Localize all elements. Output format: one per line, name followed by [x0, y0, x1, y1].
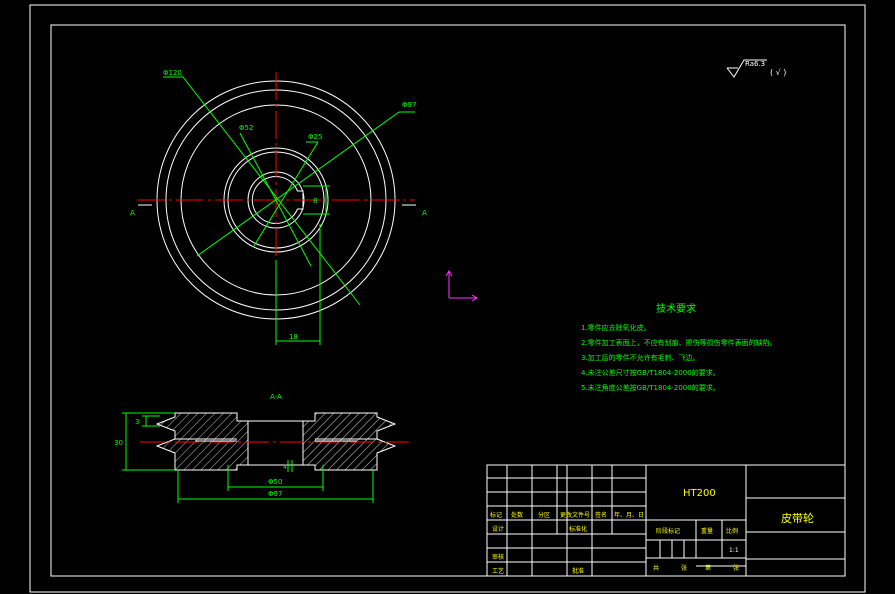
surface-finish-paren: ( √ )	[770, 68, 786, 77]
dim-d52: Φ52	[239, 124, 253, 132]
cut-mark-left: A	[130, 209, 135, 217]
tb-count: 处数	[511, 511, 523, 519]
cad-drawing-canvas: A A Φ120 Φ97 Φ52 Φ25 8 18 Ra6.3 (√) A-…	[29, 4, 866, 593]
tb-sheets-total-unit: 张	[681, 564, 687, 572]
tb-ratio: 比例	[726, 527, 738, 535]
dim-keyway-8: 8	[313, 197, 317, 205]
dim-d25: Φ25	[308, 133, 322, 141]
tb-stage-mark: 阶段标记	[656, 527, 680, 535]
tb-sheets-total: 共	[653, 564, 659, 572]
tb-review: 审核	[492, 553, 504, 561]
tech-heading: 技术要求	[656, 302, 696, 315]
dim-section-d50: Φ50	[268, 478, 282, 486]
outer-frame	[29, 4, 866, 593]
tech-item-4: 4.未注公差尺寸按GB/T1804-2000的要求。	[581, 368, 720, 377]
dim-18: 18	[289, 333, 298, 341]
tb-change-doc: 更改文件号	[560, 511, 590, 519]
tech-item-3: 3.加工后的零件不允许有毛刺、飞边。	[581, 353, 700, 362]
tb-process: 工艺	[492, 567, 504, 575]
section-view: 30 3 4 Φ50 Φ97	[114, 412, 412, 503]
front-view: A A Φ120 Φ97 Φ52 Φ25 8 18	[130, 69, 427, 345]
tb-designer: 设计	[492, 525, 504, 533]
tb-sheet-no: 第	[705, 564, 711, 572]
tb-standard: 标准化	[569, 525, 587, 533]
dim-section-4: 4	[283, 464, 287, 471]
dim-d120: Φ120	[163, 69, 182, 77]
dim-d97: Φ97	[402, 101, 416, 109]
tb-scale-value: 1:1	[729, 547, 739, 554]
tech-item-2: 2.零件加工表面上，不应有划痕、擦伤等损伤零件表面的缺陷。	[581, 338, 777, 347]
surface-finish-value: Ra6.3	[745, 60, 765, 68]
dim-section-d97: Φ97	[268, 490, 282, 498]
ucs-icon	[445, 270, 478, 302]
tb-mark: 标记	[490, 511, 502, 519]
bore-area	[247, 420, 304, 466]
tb-date: 年、月、日	[614, 511, 644, 519]
tb-weight: 重量	[701, 527, 713, 535]
tb-material: HT200	[683, 488, 716, 499]
dim-section-3: 3	[135, 418, 139, 426]
tb-sheet-no-unit: 张	[733, 564, 739, 572]
tb-drawing-title: 皮带轮	[781, 511, 814, 525]
dim-section-30: 30	[114, 439, 123, 447]
tb-approve: 批准	[572, 567, 584, 575]
tech-item-5: 5.未注角度公差按GB/T1804-2000的要求。	[581, 383, 720, 392]
tb-sign: 签名	[595, 511, 607, 519]
tb-zone: 分区	[538, 511, 550, 519]
tech-item-1: 1.零件应去除氧化皮。	[581, 323, 651, 332]
inner-frame	[50, 24, 846, 577]
section-label: A-A	[270, 393, 282, 401]
cut-mark-right: A	[422, 209, 427, 217]
